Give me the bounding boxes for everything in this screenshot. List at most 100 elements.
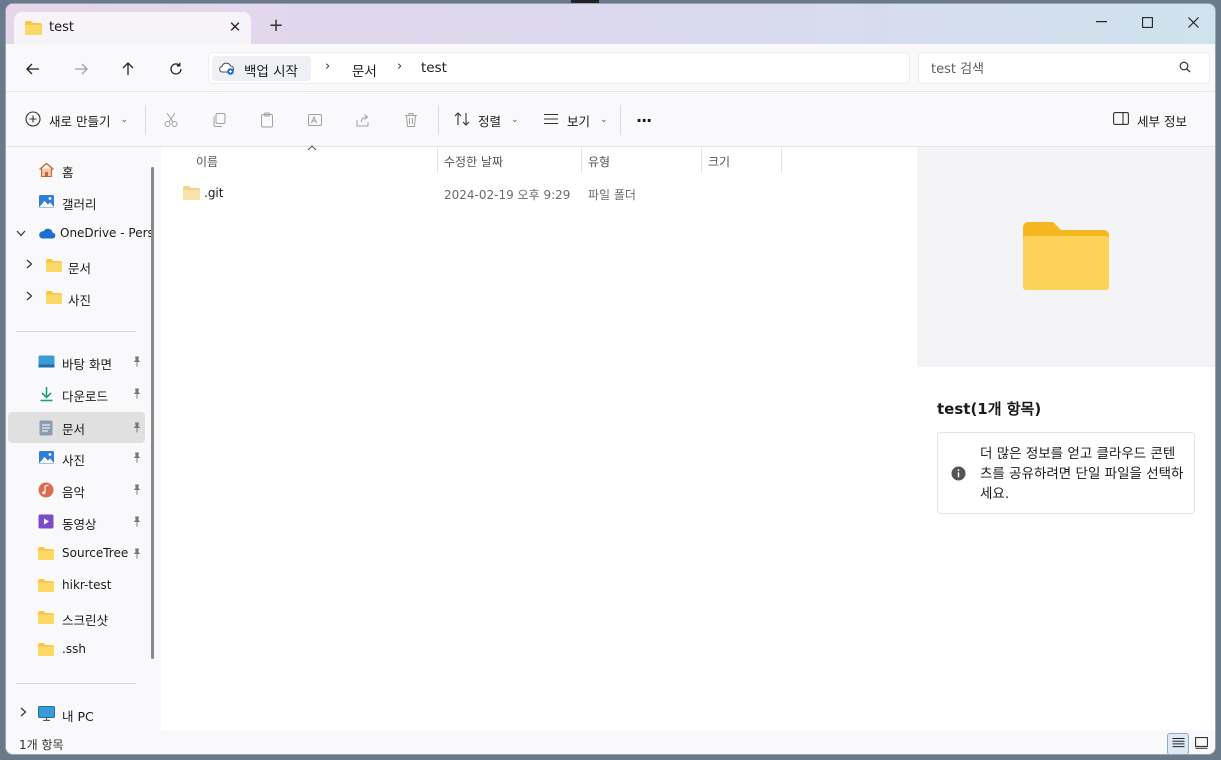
large-folder-icon (1023, 222, 1109, 293)
view-button[interactable]: 보기 ⌄ (543, 105, 608, 135)
sort-button[interactable]: 정렬 ⌄ (454, 105, 519, 135)
pin-icon[interactable] (132, 548, 142, 562)
chevron-right-icon[interactable] (20, 707, 27, 720)
close-tab-icon[interactable]: ✕ (224, 16, 246, 38)
search-icon[interactable] (1179, 61, 1191, 76)
chevron-right-icon[interactable]: › (397, 59, 402, 74)
cut-icon[interactable] (160, 109, 182, 131)
breadcrumb-documents[interactable]: 문서 (352, 60, 377, 80)
file-modified: 2024-02-19 오후 9:29 (444, 188, 571, 202)
column-header-modified[interactable]: 수정한 날짜 (444, 153, 503, 170)
sidebar-item-onedrive-documents[interactable]: 문서 (8, 252, 144, 280)
sidebar-item-label: 내 PC (62, 709, 94, 724)
sidebar-item-hikr-test[interactable]: hikr-test (8, 572, 144, 600)
address-bar[interactable]: 백업 시작 › 문서 › test (208, 52, 910, 84)
sidebar-item-this-pc[interactable]: 내 PC (8, 700, 144, 728)
column-divider[interactable] (701, 147, 702, 173)
search-box[interactable] (918, 52, 1210, 84)
share-icon[interactable] (352, 109, 374, 131)
delete-icon[interactable] (400, 109, 422, 131)
sidebar-item-documents[interactable]: 문서 (8, 412, 145, 443)
tiles-view-button[interactable] (1190, 733, 1212, 754)
sidebar-divider (16, 683, 136, 684)
sidebar-item-desktop[interactable]: 바탕 화면 (8, 348, 144, 376)
title-bar: test ✕ + (6, 4, 1215, 44)
sidebar-item-label: 음악 (62, 485, 86, 500)
sidebar-item-onedrive-pictures[interactable]: 사진 (8, 284, 144, 312)
breadcrumb-test[interactable]: test (421, 60, 447, 76)
chevron-right-icon[interactable]: › (325, 59, 330, 74)
maximize-button[interactable] (1124, 8, 1170, 36)
tab-test[interactable]: test ✕ (14, 12, 251, 44)
sidebar-scrollbar[interactable] (151, 167, 154, 659)
pin-icon[interactable] (132, 356, 142, 370)
folder-icon (46, 259, 62, 275)
sidebar-item-music[interactable]: 음악 (8, 476, 144, 504)
table-row[interactable]: .git 2024-02-19 오후 9:29 파일 폴더 (161, 177, 915, 203)
new-tab-button[interactable]: + (266, 15, 286, 36)
column-divider[interactable] (581, 147, 582, 173)
folder-icon (183, 186, 200, 203)
sidebar-item-videos[interactable]: 동영상 (8, 508, 144, 536)
refresh-button[interactable] (163, 56, 189, 82)
new-button[interactable]: 새로 만들기 ⌄ (25, 105, 128, 135)
details-view-icon (1172, 737, 1185, 751)
toolbar-divider (145, 105, 146, 135)
home-icon (38, 162, 55, 181)
chevron-down-icon[interactable] (16, 227, 26, 240)
pin-icon[interactable] (132, 388, 142, 402)
sidebar-item-onedrive[interactable]: OneDrive - Pers (8, 220, 154, 248)
pin-icon[interactable] (132, 452, 142, 466)
chevron-down-icon: ⌄ (120, 115, 129, 125)
column-header-type[interactable]: 유형 (588, 153, 610, 170)
pin-icon[interactable] (132, 484, 142, 498)
info-icon (951, 466, 966, 484)
breadcrumb-backup[interactable]: 백업 시작 (212, 56, 311, 81)
view-button-label: 보기 (567, 113, 591, 129)
command-bar: 새로 만들기 ⌄ 정렬 ⌄ 보기 ⌄ ··· 세부 정보 (6, 92, 1215, 147)
breadcrumb-backup-label: 백업 시작 (244, 64, 298, 80)
column-header-name[interactable]: 이름 (196, 153, 218, 170)
new-button-label: 새로 만들기 (49, 113, 111, 129)
column-header-size[interactable]: 크기 (708, 153, 730, 170)
copy-icon[interactable] (208, 109, 230, 131)
details-info-box: 더 많은 정보를 얻고 클라우드 콘텐츠를 공유하려면 단일 파일을 선택하세요… (937, 432, 1195, 514)
chevron-right-icon[interactable] (26, 259, 33, 272)
search-input[interactable] (931, 59, 1171, 79)
onedrive-icon (38, 228, 56, 242)
close-window-button[interactable] (1170, 8, 1215, 36)
sidebar-item-sourcetree[interactable]: SourceTree (8, 540, 144, 568)
details-view-button[interactable] (1167, 733, 1189, 754)
pictures-icon (38, 450, 55, 468)
minimize-button[interactable] (1078, 8, 1124, 36)
pin-icon[interactable] (132, 516, 142, 530)
forward-button[interactable] (68, 56, 94, 82)
back-button[interactable] (20, 56, 46, 82)
chevron-right-icon[interactable] (26, 291, 33, 304)
pin-icon[interactable] (132, 422, 142, 436)
column-divider[interactable] (781, 147, 782, 173)
paste-icon[interactable] (256, 109, 278, 131)
sidebar-item-pictures[interactable]: 사진 (8, 444, 144, 472)
more-options-button[interactable]: ··· (636, 105, 652, 135)
sidebar-item-gallery[interactable]: 갤러리 (8, 188, 144, 216)
sidebar-item-label: OneDrive - Pers (60, 226, 154, 240)
up-button[interactable] (115, 56, 141, 82)
sidebar-item-home[interactable]: 홈 (8, 156, 144, 184)
column-divider[interactable] (437, 147, 438, 173)
details-title: test(1개 항목) (937, 400, 1042, 418)
download-icon (39, 386, 54, 405)
details-pane-button[interactable]: 세부 정보 (1113, 105, 1187, 135)
rename-icon[interactable] (304, 109, 326, 131)
documents-icon (39, 420, 53, 439)
sidebar-item-ssh[interactable]: .ssh (8, 636, 144, 664)
toolbar-divider (620, 105, 621, 135)
status-bar: 1개 항목 (6, 730, 1215, 754)
arrow-left-icon (26, 63, 39, 75)
sort-ascending-icon (307, 143, 317, 154)
sidebar-item-downloads[interactable]: 다운로드 (8, 380, 144, 408)
sidebar-item-screenshots[interactable]: 스크린샷 (8, 604, 144, 632)
file-explorer-window: test ✕ + 백업 시작 › 문서 › test test 검색 새로 만들… (5, 3, 1216, 755)
arrow-up-icon (122, 62, 134, 75)
sort-icon (454, 111, 470, 129)
